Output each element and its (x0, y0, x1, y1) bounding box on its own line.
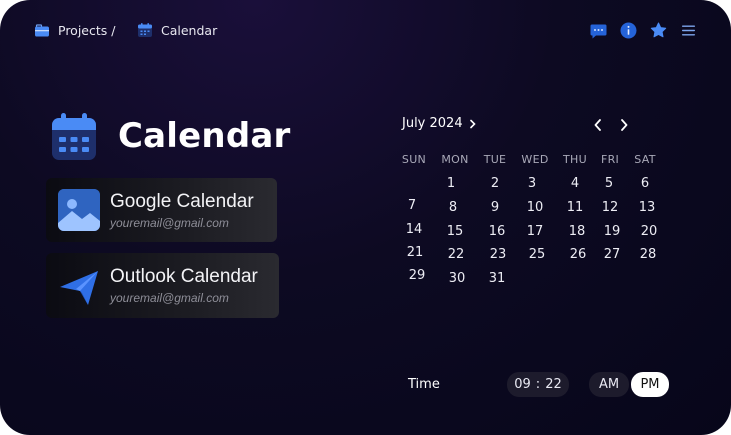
breadcrumb-calendar-label: Calendar (161, 22, 218, 38)
am-toggle[interactable]: AM (589, 372, 629, 397)
calendar-day-16[interactable]: 16 (477, 224, 517, 240)
month-selector[interactable]: July 2024 (402, 116, 477, 131)
send-icon (60, 270, 98, 305)
next-month-button[interactable] (617, 117, 631, 133)
weekday-label: SUN (401, 153, 427, 166)
calendar-app-icon (52, 113, 96, 160)
calendar-day-19[interactable]: 19 (592, 224, 632, 240)
calendar-day-1[interactable]: 1 (431, 176, 471, 192)
menu-button[interactable] (680, 22, 697, 39)
chat-icon (590, 24, 607, 39)
calendar-day-3[interactable]: 3 (512, 176, 552, 192)
calendar-day-11[interactable]: 11 (555, 200, 595, 216)
outlook-account-text: Outlook Calendar youremail@gmail.com (110, 266, 258, 305)
info-icon (620, 22, 637, 39)
account-email: youremail@gmail.com (110, 215, 229, 230)
calendar-day-27[interactable]: 27 (592, 247, 632, 263)
weekday-label: FRI (600, 153, 620, 166)
calendar-day-10[interactable]: 10 (515, 200, 555, 216)
calendar-icon (138, 23, 152, 37)
account-name: Google Calendar (110, 190, 254, 212)
weekday-label: THU (563, 153, 587, 166)
calendar-day-31[interactable]: 31 (477, 271, 517, 287)
chat-button[interactable] (590, 22, 607, 39)
account-email: youremail@gmail.com (110, 291, 229, 305)
breadcrumb-calendar[interactable]: Calendar (137, 22, 217, 38)
calendar-day-8[interactable]: 8 (433, 200, 473, 216)
weekday-label: SAT (634, 153, 656, 166)
outlook-calendar-account[interactable]: Outlook Calendar youremail@gmail.com (46, 253, 279, 318)
calendar-day-18[interactable]: 18 (557, 224, 597, 240)
calendar-day-30[interactable]: 30 (437, 271, 477, 287)
google-account-text: Google Calendar youremail@gmail.com (110, 191, 254, 230)
calendar-day-25[interactable]: 25 (517, 247, 557, 263)
menu-icon (682, 25, 695, 36)
weekday-label: WED (521, 153, 549, 166)
calendar-app-window: Projects / Calendar Calendar Google Cale… (0, 0, 731, 435)
time-separator: : (535, 377, 541, 392)
calendar-day-17[interactable]: 17 (515, 224, 555, 240)
calendar-day-9[interactable]: 9 (475, 200, 515, 216)
calendar-day-28[interactable]: 28 (628, 247, 668, 263)
calendar-day-7[interactable]: 7 (392, 198, 432, 214)
google-calendar-tile (58, 189, 100, 231)
time-hour: 09 (514, 377, 531, 392)
calendar-day-23[interactable]: 23 (478, 247, 518, 263)
calendar-day-12[interactable]: 12 (590, 200, 630, 216)
calendar-day-6[interactable]: 6 (625, 176, 665, 192)
calendar-day-14[interactable]: 14 (394, 222, 434, 238)
page-title: Calendar (118, 116, 291, 156)
time-input[interactable]: 09 : 22 (507, 372, 569, 397)
chevron-left-icon (594, 119, 601, 131)
weekday-label: TUE (483, 153, 507, 166)
star-icon (650, 22, 667, 38)
breadcrumb-projects[interactable]: Projects / (34, 22, 115, 38)
calendar-day-29[interactable]: 29 (397, 268, 437, 284)
account-name: Outlook Calendar (110, 266, 258, 287)
calendar-day-21[interactable]: 21 (395, 245, 435, 261)
calendar-day-2[interactable]: 2 (475, 176, 515, 192)
outlook-calendar-tile (58, 265, 100, 307)
month-label: July 2024 (402, 116, 463, 131)
calendar-day-15[interactable]: 15 (435, 224, 475, 240)
favorite-button[interactable] (650, 22, 667, 39)
top-actions (590, 22, 697, 39)
breadcrumb-projects-label: Projects / (58, 22, 116, 38)
chevron-right-icon (469, 119, 476, 128)
calendar-day-22[interactable]: 22 (436, 247, 476, 263)
calendar-day-13[interactable]: 13 (627, 200, 667, 216)
time-label: Time (408, 377, 440, 392)
briefcase-icon (35, 24, 49, 37)
weekday-label: MON (441, 153, 469, 166)
image-icon (58, 189, 100, 231)
chevron-right-icon (621, 119, 628, 131)
calendar-day-20[interactable]: 20 (629, 224, 669, 240)
top-bar: Projects / Calendar (34, 22, 697, 46)
time-minute: 22 (545, 377, 562, 392)
calendar-day-5[interactable]: 5 (589, 176, 629, 192)
google-calendar-account[interactable]: Google Calendar youremail@gmail.com (46, 178, 277, 242)
info-button[interactable] (620, 22, 637, 39)
pm-toggle[interactable]: PM (631, 372, 669, 397)
previous-month-button[interactable] (591, 117, 605, 133)
